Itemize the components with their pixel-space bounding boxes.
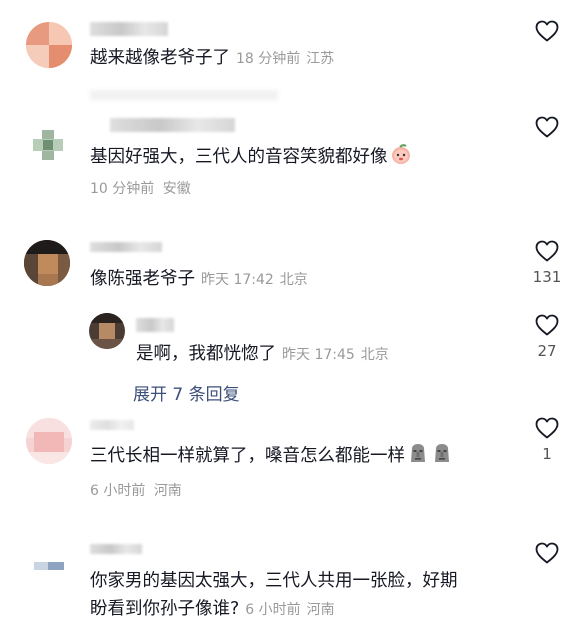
avatar[interactable] [26,22,72,68]
comment-content: 基因好强大，三代人的音容笑貌都好像 [90,143,412,174]
reply-content: 是啊，我都恍惚了 昨天 17:45 北京 [136,340,389,369]
like-button[interactable]: 1 [532,417,562,463]
like-count: 27 [537,342,557,360]
avatar[interactable] [26,418,72,464]
comment-time: 昨天 17:42 [201,272,274,288]
comment-meta: 6 小时前 河南 [90,480,182,500]
heart-outline-icon [535,116,559,138]
comment-text: 像陈强老爷子 [90,269,195,289]
comment-meta: 10 分钟前 安徽 [90,178,191,198]
username-blurred[interactable] [90,22,168,36]
expand-replies-link[interactable]: 展开 7 条回复 [133,380,240,405]
like-button[interactable] [532,20,562,48]
comment-location: 安徽 [162,181,191,197]
comment-text: 越来越像老爷子了 [90,48,230,68]
like-button[interactable] [532,542,562,570]
comment-location: 北京 [279,272,308,288]
avatar[interactable] [28,122,74,168]
username-blurred[interactable] [90,420,134,430]
like-button[interactable]: 131 [532,240,562,286]
comment-content: 像陈强老爷子 昨天 17:42 北京 [90,265,308,294]
comment-text-line2-row: 盼看到你孙子像谁? 6 小时前 河南 [90,595,458,624]
like-button[interactable]: 27 [532,314,562,360]
like-count: 131 [532,268,562,286]
comment-text: 基因好强大，三代人的音容笑貌都好像 [90,147,388,167]
comment-content: 你家男的基因太强大，三代人共用一张脸，好期 盼看到你孙子像谁? 6 小时前 河南 [90,567,458,624]
comment-feed: 越来越像老爷子了 18 分钟前 江苏 基因好强大，三代人的音容笑貌都好像 10 分钟… [0,0,583,640]
username-blurred[interactable] [90,544,142,554]
comment-time: 6 小时前 [90,483,146,499]
moai-stone-emoji [431,442,453,473]
comment-text-line1: 你家男的基因太强大，三代人共用一张脸，好期 [90,571,458,591]
username-blurred[interactable] [90,242,162,252]
comment-content: 越来越像老爷子了 18 分钟前 江苏 [90,44,334,73]
blurred-divider [90,90,278,100]
moai-stone-emoji [407,442,429,473]
like-count: 1 [542,445,552,463]
username-blurred[interactable] [110,118,235,132]
username-blurred[interactable] [136,318,174,332]
comment-content: 三代长相一样就算了，嗓音怎么都能一样 [90,442,453,473]
comment-location: 河南 [153,483,182,499]
heart-outline-icon [535,240,559,262]
comment-location: 河南 [306,602,335,618]
heart-outline-icon [535,542,559,564]
like-button[interactable] [532,116,562,144]
reply-text: 是啊，我都恍惚了 [136,344,276,364]
avatar[interactable] [24,240,70,286]
heart-outline-icon [535,314,559,336]
comment-location: 江苏 [306,51,335,67]
comment-text-line2: 盼看到你孙子像谁? [90,599,240,619]
comment-time: 6 小时前 [245,602,301,618]
heart-outline-icon [535,20,559,42]
heart-outline-icon [535,417,559,439]
avatar[interactable] [89,313,125,349]
comment-time: 18 分钟前 [236,51,301,67]
reply-time: 昨天 17:45 [282,347,355,363]
comment-text: 三代长相一样就算了，嗓音怎么都能一样 [90,446,405,466]
comment-time: 10 分钟前 [90,181,155,197]
reply-location: 北京 [360,347,389,363]
peach-face-emoji [390,143,412,174]
avatar[interactable] [34,550,64,580]
